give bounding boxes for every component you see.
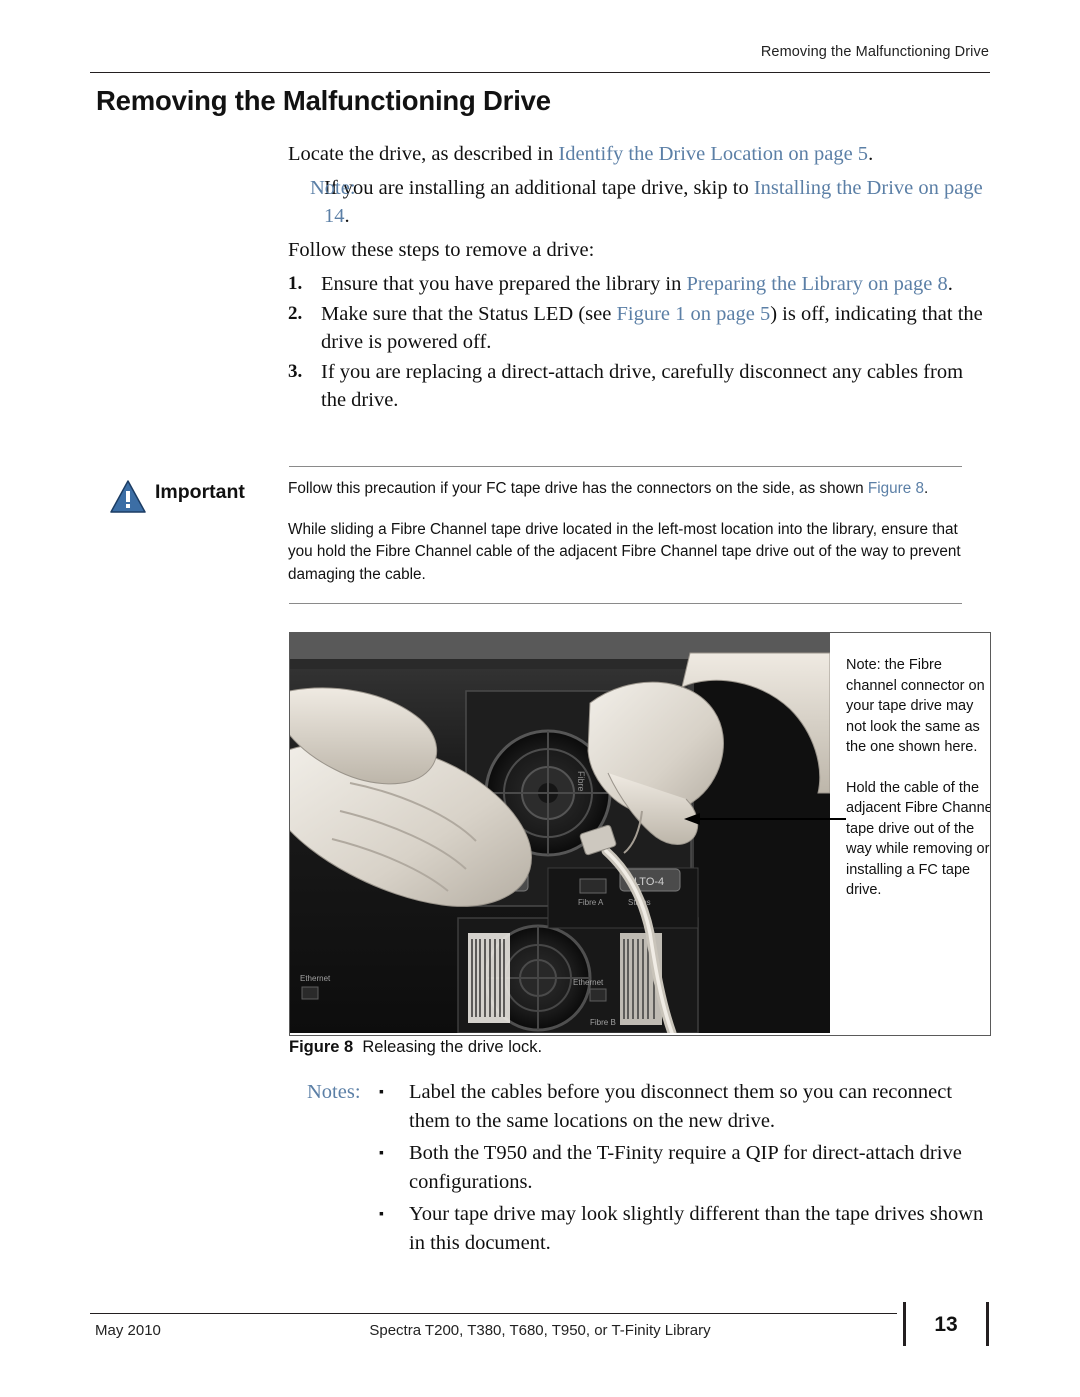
figure-caption-text: Releasing the drive lock. [362, 1038, 543, 1056]
svg-text:Ethernet: Ethernet [300, 974, 331, 983]
step-text-1a: Ensure that you have prepared the librar… [321, 273, 687, 295]
notes-item-text: Both the T950 and the T-Finity require a… [409, 1142, 962, 1193]
callout-bottom-divider [289, 603, 962, 604]
svg-text:LTO-4: LTO-4 [634, 876, 664, 888]
step-text-2a: Make sure that the Status LED (see [321, 302, 617, 325]
step-text-1b: . [947, 273, 953, 295]
steps-list: 1. Ensure that you have prepared the lib… [288, 270, 990, 415]
step-text-3a: If you are replacing a direct-attach dri… [321, 360, 964, 412]
step-item-1: 1. Ensure that you have prepared the lib… [288, 270, 990, 299]
page-number: 13 [934, 1313, 958, 1336]
running-header: Removing the Malfunctioning Drive [760, 44, 989, 60]
important-p1-suffix: . [924, 480, 929, 497]
important-callout-body: Follow this precaution if your FC tape d… [288, 478, 968, 586]
footer-divider [90, 1313, 897, 1314]
svg-text:Fibre B: Fibre B [590, 1018, 616, 1027]
notes-block: Notes: ▪ Label the cables before you disc… [307, 1078, 997, 1261]
notes-label: Notes: [307, 1081, 361, 1103]
note-text-2: . [344, 205, 350, 227]
step-number-3: 3. [288, 360, 303, 382]
warning-triangle-icon [110, 480, 146, 513]
locate-prefix: Locate the drive, as described in [288, 143, 559, 165]
note-body: If you are installing an additional tape… [324, 174, 990, 231]
important-paragraph-1: Follow this precaution if your FC tape d… [288, 478, 968, 501]
figure-1-link[interactable]: Figure 1 on page 5 [616, 303, 770, 325]
preparing-the-library-link[interactable]: Preparing the Library on page 8 [686, 273, 947, 295]
figure-annotation-2: Hold the cable of the adjacent Fibre Cha… [846, 779, 991, 899]
locate-suffix: . [868, 143, 874, 165]
figure-caption: Figure 8 Releasing the drive lock. [289, 1038, 542, 1057]
identify-drive-location-link[interactable]: Identify the Drive Location on page 5 [558, 143, 868, 165]
notes-list-item: ▪ Your tape drive may look slightly diffe… [379, 1200, 997, 1257]
square-bullet-icon: ▪ [379, 1207, 384, 1222]
svg-text:Fibre A: Fibre A [578, 898, 604, 907]
callout-top-divider [289, 466, 962, 467]
notes-list-item: ▪ Label the cables before you disconnect … [379, 1078, 997, 1135]
figure-8-container: Fibre Fibre A Status Ethernet Fibre B Et… [289, 632, 991, 1036]
locate-paragraph: Locate the drive, as described in Identi… [288, 140, 990, 169]
step-item-3: 3. If you are replacing a direct-attach … [288, 358, 990, 415]
figure-8-link[interactable]: Figure 8 [868, 480, 924, 497]
note-paragraph: Note: If you are installing an additiona… [288, 174, 990, 231]
note-text-1: If you are installing an additional tape… [324, 176, 754, 199]
step-number-2: 2. [288, 302, 303, 324]
notes-item-text: Label the cables before you disconnect t… [409, 1081, 953, 1132]
notes-item-text: Your tape drive may look slightly differ… [409, 1203, 984, 1254]
step-number-1: 1. [288, 273, 303, 294]
figure-caption-label: Figure 8 [289, 1038, 354, 1056]
important-p1-text: Follow this precaution if your FC tape d… [288, 480, 868, 497]
notes-list-item: ▪ Both the T950 and the T-Finity require … [379, 1139, 997, 1196]
document-page: Removing the Malfunctioning Drive Removi… [0, 0, 1080, 1397]
follow-steps-paragraph: Follow these steps to remove a drive: [288, 238, 595, 261]
header-divider [90, 72, 990, 73]
step-item-2: 2. Make sure that the Status LED (see Fi… [288, 300, 990, 357]
important-paragraph-2: While sliding a Fibre Channel tape drive… [288, 520, 961, 583]
svg-text:Ethernet: Ethernet [573, 978, 604, 987]
figure-annotations: Note: the Fibre channel connector on you… [846, 655, 991, 901]
figure-annotation-1: Note: the Fibre channel connector on you… [846, 657, 985, 755]
figure-8-photograph: Fibre Fibre A Status Ethernet Fibre B Et… [290, 633, 830, 1033]
note-label: Note: [310, 176, 356, 199]
notes-list: ▪ Label the cables before you disconnect … [307, 1078, 997, 1257]
page-title: Removing the Malfunctioning Drive [96, 85, 551, 116]
square-bullet-icon: ▪ [379, 1146, 384, 1161]
callout-arrow-icon [684, 813, 846, 825]
body-content: Locate the drive, as described in Identi… [288, 140, 990, 416]
svg-text:Fibre: Fibre [576, 771, 586, 792]
important-label: Important [155, 481, 245, 503]
square-bullet-icon: ▪ [379, 1085, 384, 1100]
